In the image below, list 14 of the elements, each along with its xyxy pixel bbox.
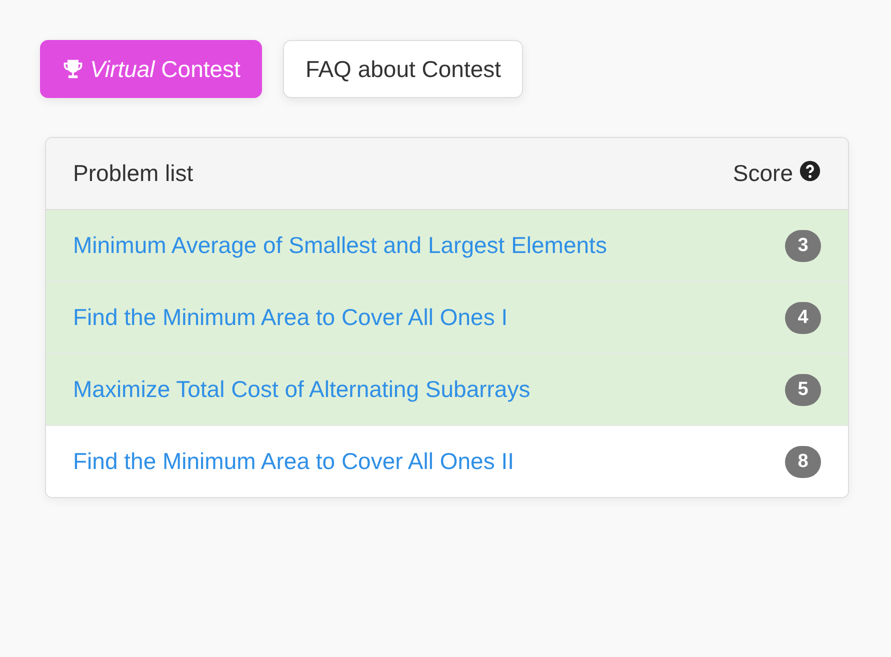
problem-link[interactable]: Find the Minimum Area to Cover All Ones I — [73, 304, 508, 331]
help-icon[interactable] — [799, 160, 821, 182]
score-header: Score — [732, 160, 793, 187]
score-badge: 8 — [785, 446, 821, 478]
problem-list-title: Problem list — [73, 160, 194, 187]
score-badge: 4 — [785, 302, 821, 334]
problem-link[interactable]: Minimum Average of Smallest and Largest Elements — [73, 232, 607, 259]
score-badge: 5 — [785, 374, 821, 406]
score-badge: 3 — [785, 230, 821, 262]
problem-link[interactable]: Maximize Total Cost of Alternating Subarrays — [73, 376, 530, 403]
virtual-contest-button[interactable]: Virtual Contest — [40, 40, 262, 98]
trophy-icon — [62, 58, 84, 80]
faq-button[interactable]: FAQ about Contest — [283, 40, 524, 98]
problem-link[interactable]: Find the Minimum Area to Cover All Ones II — [73, 448, 514, 475]
